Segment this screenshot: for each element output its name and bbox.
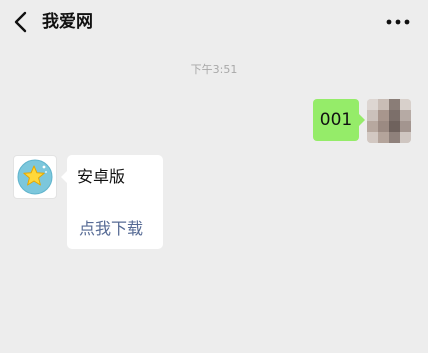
message-timestamp: 下午3:51 (190, 63, 238, 76)
star-icon (17, 159, 53, 195)
outgoing-message-bubble[interactable]: 001 (313, 99, 365, 141)
outgoing-message-text: 001 (319, 110, 353, 130)
card-title: 安卓版 (77, 167, 126, 186)
chat-title: 我爱网 (42, 12, 93, 32)
navigation-bar: 我爱网 (0, 0, 428, 44)
self-avatar[interactable] (367, 99, 411, 143)
download-link[interactable]: 点我下载 (79, 219, 143, 239)
more-dots-icon[interactable] (386, 19, 410, 25)
chevron-left-icon[interactable] (12, 11, 32, 33)
contact-avatar[interactable] (13, 155, 57, 199)
download-card[interactable]: 安卓版 点我下载 (61, 155, 163, 249)
